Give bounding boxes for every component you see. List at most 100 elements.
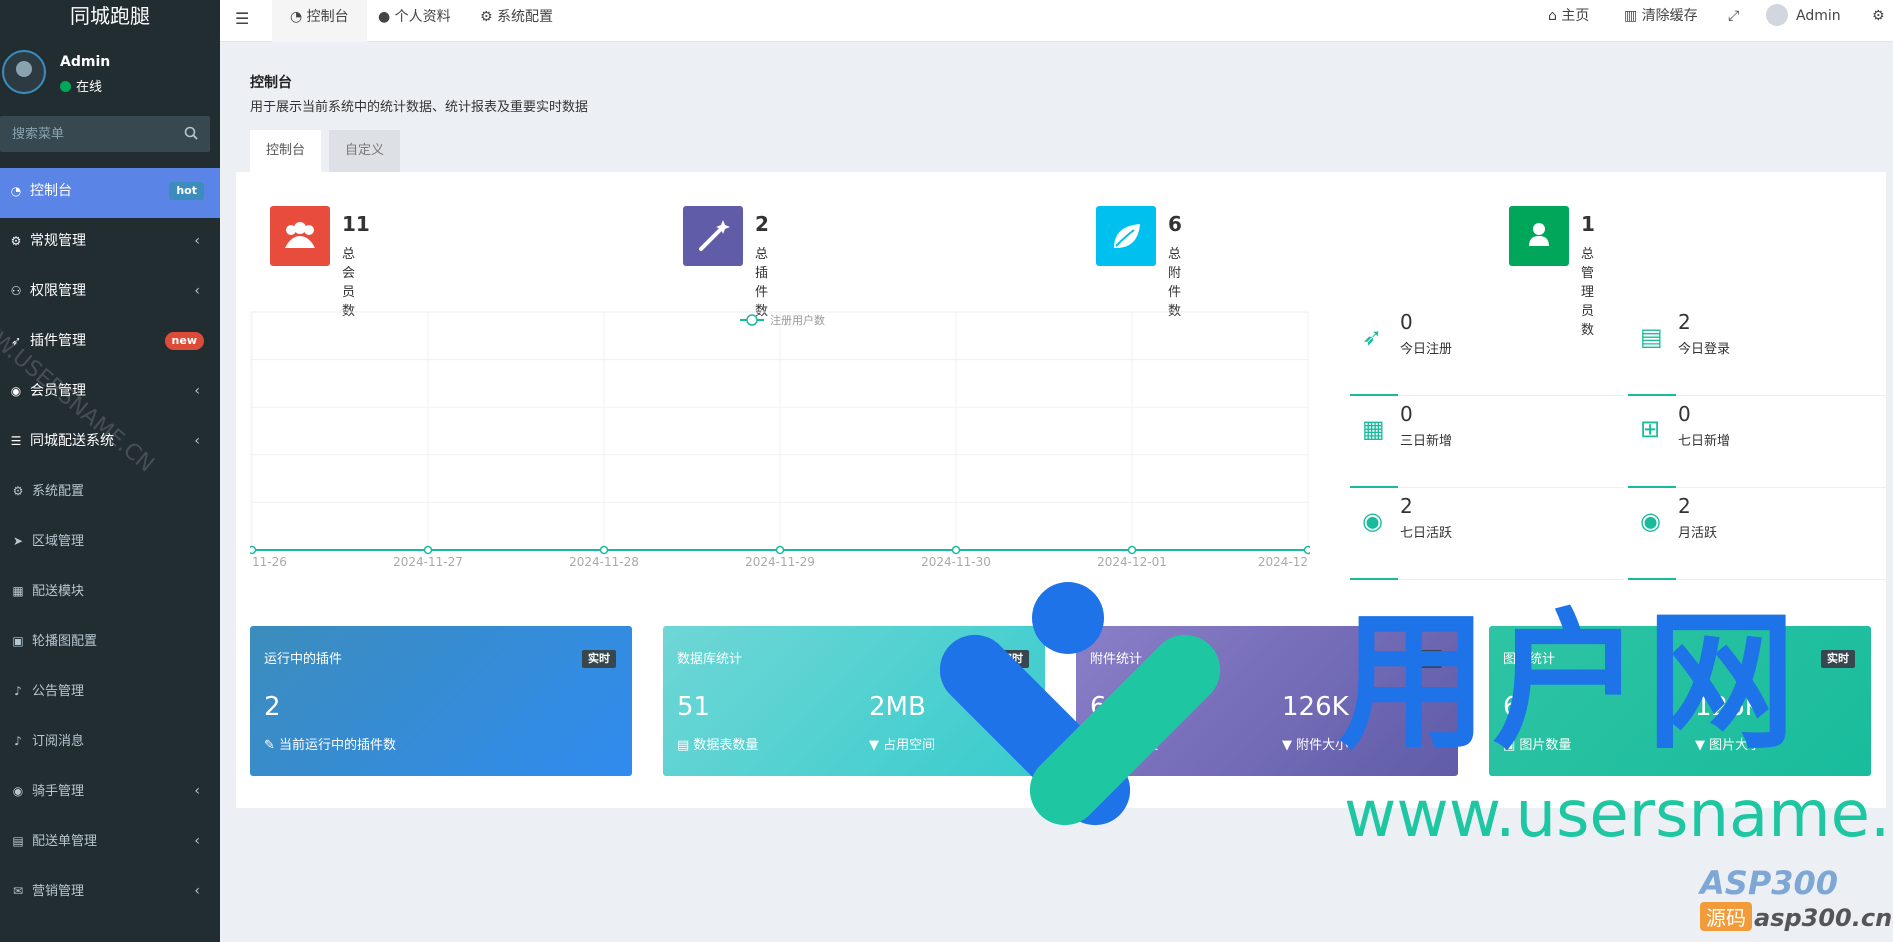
nav-tab-label: 系统配置 (497, 9, 554, 25)
users-icon (270, 206, 330, 266)
sidebar-item-label: 配送单管理 (32, 834, 98, 849)
stat-label: 总插件数 (755, 247, 769, 319)
settings-icon[interactable]: ⚙ (1872, 0, 1885, 42)
stat-value: 6 (1168, 212, 1182, 236)
mini-stat: ▤ 2 今日登录 (1628, 304, 1893, 396)
tab-custom[interactable]: 自定义 (329, 130, 401, 172)
chevron-left-icon: ‹ (194, 883, 200, 899)
app-logo[interactable]: 同城跑腿 (0, 0, 220, 34)
mini-stat-label: 月活跃 (1678, 526, 1718, 541)
mini-stat-divider (1676, 579, 1893, 580)
card-value: 6 (1503, 692, 1520, 722)
corner-brand: ASP300 源码 (1700, 864, 1893, 935)
nav-tab-config[interactable]: ⚙ 系统配置 (462, 0, 571, 42)
sidebar-item-label: 权限管理 (30, 283, 86, 299)
user-icon (1509, 206, 1569, 266)
clear-cache-link[interactable]: ▥ 清除缓存 (1624, 0, 1698, 42)
sidebar-item-dashboard[interactable]: ◔ 控制台 hot (0, 168, 220, 218)
stat-value: 1 (1581, 212, 1595, 236)
sidebar-item-general[interactable]: ⚙ 常规管理 ‹ (0, 218, 220, 268)
user-circle-icon: ◉ (12, 784, 24, 798)
mini-stat-value: 0 (1400, 310, 1413, 334)
card-running-addons: 运行中的插件 实时 2 ✎ 当前运行中的插件数 (250, 626, 632, 776)
sidebar-item-system-config[interactable]: ⚙ 系统配置 (0, 468, 220, 518)
sidebar-item-label: 控制台 (30, 183, 72, 199)
chart-x-tick-label: 2024-11-27 (393, 555, 463, 569)
admin-menu[interactable]: Admin (1766, 0, 1841, 42)
nav-tab-profile[interactable]: ● 个人资料 (360, 0, 469, 42)
stat-label: 总附件数 (1168, 247, 1182, 319)
delivery-submenu: ⚙ 系统配置 ➤ 区域管理 ▦ 配送模块 ▣ 轮播图配置 ♪ 公告管理 ♪ 订阅消息 ◉ 骑手… (0, 468, 220, 918)
online-dot-icon (60, 81, 71, 92)
card-sub-label: 图片大小 (1709, 738, 1762, 753)
card-attachments: 附件统计 实时 6 126K ▤ 附件数量 ▼ 附件大小 (1076, 626, 1458, 776)
nav-tab-dashboard[interactable]: ◔ 控制台 (272, 0, 367, 42)
mini-stat-divider (1398, 579, 1624, 580)
gift-icon: ✉ (12, 884, 24, 898)
mini-stat: ◉ 2 月活跃 (1628, 488, 1893, 580)
mini-stat-value: 2 (1678, 310, 1691, 334)
user-status: 在线 (60, 76, 102, 95)
id-card-icon: ▤ (1640, 323, 1663, 351)
search-icon[interactable] (184, 126, 198, 140)
page-header: 控制台 用于展示当前系统中的统计数据、统计报表及重要实时数据 (236, 58, 1886, 130)
bell-icon: ♪ (14, 684, 22, 698)
sidebar-item-label: 公告管理 (32, 684, 85, 699)
sidebar-item-delivery[interactable]: ☰ 同城配送系统 ‹ (0, 418, 220, 468)
sidebar-item-banner[interactable]: ▣ 轮播图配置 (0, 618, 220, 668)
realtime-badge: 实时 (995, 650, 1029, 668)
nav-tab-label: 控制台 (306, 9, 349, 25)
image-icon: ▣ (1503, 738, 1520, 753)
user-icon: ● (378, 9, 395, 25)
filter-icon: ▼ (1695, 738, 1710, 753)
menu-toggle-icon[interactable]: ☰ (235, 9, 249, 28)
sidebar-item-label: 骑手管理 (32, 784, 85, 799)
chart-point (423, 545, 433, 555)
fullscreen-icon[interactable]: ⤢ (1728, 0, 1739, 42)
sidebar-item-order[interactable]: ▤ 配送单管理 ‹ (0, 818, 220, 868)
hot-badge: hot (169, 182, 204, 200)
mini-stat-value: 2 (1400, 494, 1413, 518)
sidebar-item-label: 订阅消息 (32, 734, 85, 749)
home-link[interactable]: ⌂ 主页 (1548, 0, 1589, 42)
chart-legend-marker (746, 314, 758, 326)
dashboard-panel: 11 总会员数 2 总插件数 6 总附件数 1 总管理员数 11-26 2024-… (236, 172, 1893, 808)
sidebar-item-member[interactable]: ◉ 会员管理 ‹ (0, 368, 220, 418)
mini-stat: ◉ 2 七日活跃 (1350, 488, 1628, 580)
user-panel: Admin 在线 (0, 34, 220, 112)
card-title: 附件统计 (1090, 652, 1143, 667)
rocket-icon: ➶ (10, 334, 22, 348)
search-input[interactable] (0, 116, 176, 152)
tab-dashboard[interactable]: 控制台 (250, 130, 322, 172)
mini-stat-label: 今日注册 (1400, 342, 1453, 357)
sidebar-item-subscribe[interactable]: ♪ 订阅消息 (0, 718, 220, 768)
mini-stat-underline (1350, 578, 1398, 580)
group-icon: ⚇ (10, 284, 22, 298)
cogs-icon: ⚙ (480, 9, 498, 25)
card-value: 2MB (869, 692, 926, 722)
corner-brand-tag: 源码 (1700, 902, 1752, 931)
sidebar-item-notice[interactable]: ♪ 公告管理 (0, 668, 220, 718)
clear-cache-label: 清除缓存 (1641, 8, 1698, 24)
card-sub: ▼ 占用空间 (869, 734, 935, 753)
chart-x-tick-label: 2024-11-28 (569, 555, 639, 569)
chart-point (599, 545, 609, 555)
sidebar-search (0, 116, 210, 152)
magic-icon (683, 206, 743, 266)
mini-stat-label: 七日活跃 (1400, 526, 1453, 541)
card-value: 2 (264, 692, 281, 722)
mini-stat-label: 七日新增 (1678, 434, 1731, 449)
sidebar-item-addon[interactable]: ➶ 插件管理 new (0, 318, 220, 368)
calendar-icon: ▦ (1362, 415, 1385, 443)
sidebar-item-marketing[interactable]: ✉ 营销管理 ‹ (0, 868, 220, 918)
sidebar-item-module[interactable]: ▦ 配送模块 (0, 568, 220, 618)
mini-stat: ⊞ 0 七日新增 (1628, 396, 1893, 488)
sidebar-item-auth[interactable]: ⚇ 权限管理 ‹ (0, 268, 220, 318)
page-description: 用于展示当前系统中的统计数据、统计报表及重要实时数据 (250, 100, 589, 115)
sidebar-item-label: 同城配送系统 (30, 433, 114, 449)
sidebar-item-area[interactable]: ➤ 区域管理 (0, 518, 220, 568)
new-badge: new (164, 332, 204, 350)
card-sub: ▼ 附件大小 (1282, 734, 1348, 753)
sidebar-item-rider[interactable]: ◉ 骑手管理 ‹ (0, 768, 220, 818)
card-sub: ▣ 图片数量 (1503, 734, 1571, 753)
